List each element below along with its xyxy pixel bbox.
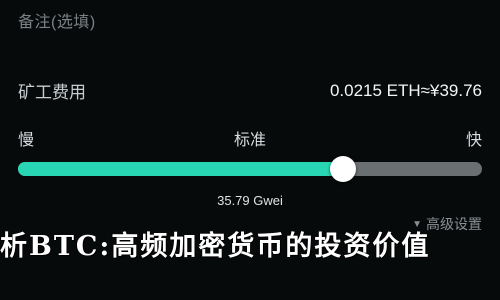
speed-standard-label: 标准: [233, 132, 266, 149]
gas-price-value: 35.79 Gwei: [217, 193, 283, 208]
miner-fee-row: 矿工费用 0.0215 ETH≈¥39.76: [18, 78, 482, 103]
speed-slow-label: 慢: [18, 132, 35, 149]
slider-handle[interactable]: [329, 156, 356, 182]
remark-placeholder: 备注(选填): [18, 14, 96, 31]
miner-fee-value: 0.0215 ETH≈¥39.76: [329, 80, 482, 100]
overlay-banner-text: 析BTC:高频加密货币的投资价值: [0, 231, 431, 262]
remark-field[interactable]: 备注(选填): [18, 8, 482, 32]
miner-fee-label: 矿工费用: [18, 83, 86, 102]
fee-speed-slider[interactable]: [18, 156, 482, 182]
slider-fill: [18, 162, 343, 176]
speed-fast-label: 快: [465, 132, 482, 149]
speed-labels: 慢 标准 快: [18, 126, 482, 150]
